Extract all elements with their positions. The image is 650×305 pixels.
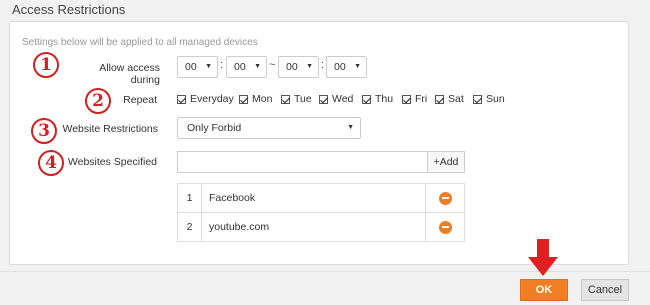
checkbox-checked-icon xyxy=(402,94,411,104)
checkbox-checked-icon xyxy=(473,94,482,104)
day-label: Sat xyxy=(448,93,464,105)
checkbox-checked-icon xyxy=(362,94,371,104)
checkbox-checked-icon xyxy=(319,94,328,104)
end-hour-value: 00 xyxy=(286,61,298,73)
start-hour-value: 00 xyxy=(185,61,197,73)
day-label: Thu xyxy=(375,93,394,105)
dialog-title: Access Restrictions xyxy=(12,2,126,17)
website-input[interactable] xyxy=(177,151,427,173)
site-name: Facebook xyxy=(201,183,426,213)
add-website-button[interactable]: +Add xyxy=(427,151,465,173)
repeat-sun-checkbox[interactable]: Sun xyxy=(473,93,505,105)
cancel-button[interactable]: Cancel xyxy=(581,279,629,301)
end-hour-select[interactable]: 00 ▼ xyxy=(278,56,319,78)
ok-button[interactable]: OK xyxy=(520,279,568,301)
start-minute-select[interactable]: 00 ▼ xyxy=(226,56,267,78)
caret-down-icon: ▼ xyxy=(306,63,313,70)
caret-down-icon: ▼ xyxy=(205,63,212,70)
restriction-mode-value: Only Forbid xyxy=(187,122,242,134)
day-label: Wed xyxy=(332,93,354,105)
repeat-mon-checkbox[interactable]: Mon xyxy=(239,93,272,105)
repeat-everyday-checkbox[interactable]: Everyday xyxy=(177,93,234,105)
table-row: 1 Facebook xyxy=(177,183,465,213)
time-colon-1: : xyxy=(220,59,224,71)
time-range-tilde: ~ xyxy=(269,59,276,71)
end-minute-value: 00 xyxy=(334,61,346,73)
day-label: Sun xyxy=(486,93,505,105)
website-restrictions-label: Website Restrictions xyxy=(62,123,158,135)
caret-down-icon: ▼ xyxy=(347,124,354,131)
repeat-label: Repeat xyxy=(123,94,157,106)
caret-down-icon: ▼ xyxy=(354,63,361,70)
websites-specified-label: Websites Specified xyxy=(67,156,157,168)
start-minute-value: 00 xyxy=(234,61,246,73)
day-label: Tue xyxy=(294,93,312,105)
checkbox-checked-icon xyxy=(281,94,290,104)
minus-circle-icon[interactable] xyxy=(438,220,452,234)
table-row: 2 youtube.com xyxy=(177,212,465,242)
row-index: 2 xyxy=(177,212,202,242)
checkbox-checked-icon xyxy=(239,94,248,104)
repeat-tue-checkbox[interactable]: Tue xyxy=(281,93,312,105)
site-name: youtube.com xyxy=(201,212,426,242)
down-arrow-icon xyxy=(528,239,558,276)
day-label: Fri xyxy=(415,93,428,105)
row-index: 1 xyxy=(177,183,202,213)
marker-1: 1 xyxy=(33,52,59,78)
caret-down-icon: ▼ xyxy=(254,63,261,70)
time-colon-2: : xyxy=(321,59,325,71)
day-label: Mon xyxy=(252,93,273,105)
checkbox-checked-icon xyxy=(435,94,444,104)
repeat-thu-checkbox[interactable]: Thu xyxy=(362,93,393,105)
repeat-fri-checkbox[interactable]: Fri xyxy=(402,93,427,105)
allow-access-label: Allow access during xyxy=(99,62,160,86)
repeat-sat-checkbox[interactable]: Sat xyxy=(435,93,464,105)
restriction-mode-select[interactable]: Only Forbid ▼ xyxy=(177,117,361,139)
checkbox-checked-icon xyxy=(177,94,186,104)
end-minute-select[interactable]: 00 ▼ xyxy=(326,56,367,78)
repeat-wed-checkbox[interactable]: Wed xyxy=(319,93,353,105)
minus-circle-icon[interactable] xyxy=(438,191,452,205)
day-label: Everyday xyxy=(190,93,234,105)
websites-table: 1 Facebook 2 youtube.com xyxy=(177,183,465,242)
settings-note: Settings below will be applied to all ma… xyxy=(22,37,258,48)
start-hour-select[interactable]: 00 ▼ xyxy=(177,56,218,78)
